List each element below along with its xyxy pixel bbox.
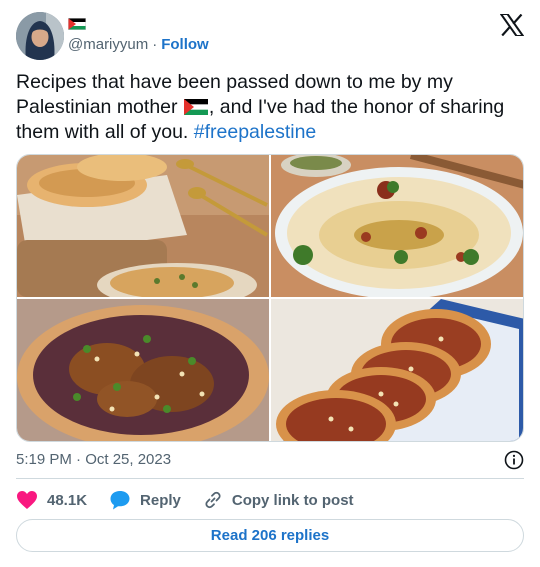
author-handle[interactable]: @mariyyum	[68, 36, 148, 53]
post-timestamp[interactable]: 5:19 PM · Oct 25, 2023	[16, 451, 171, 468]
link-icon	[205, 491, 221, 509]
reply-button[interactable]: Reply	[109, 490, 181, 510]
hashtag-link[interactable]: #freepalestine	[194, 121, 317, 143]
like-button[interactable]: 48.1K	[16, 490, 87, 510]
like-count: 48.1K	[47, 491, 88, 509]
hummus-bowl-photo[interactable]	[271, 155, 523, 297]
sfiha-meat-pies-photo[interactable]	[271, 299, 523, 441]
avatar[interactable]	[16, 12, 64, 60]
speech-bubble-icon	[110, 491, 130, 510]
tweet-embed-card: @mariyyum · Follow Recipes that have been …	[0, 0, 540, 567]
separator-dot: ·	[152, 36, 158, 53]
musakhan-chicken-photo[interactable]	[17, 299, 269, 441]
info-icon[interactable]	[504, 450, 524, 470]
x-logo-icon[interactable]	[500, 14, 524, 36]
read-replies-label: Read 206 replies	[210, 527, 330, 544]
follow-button[interactable]: Follow	[161, 36, 209, 53]
palestine-flag-icon	[68, 18, 86, 30]
heart-icon	[17, 491, 37, 509]
tweet-text: Recipes that have been passed down to me…	[16, 70, 526, 145]
action-bar: 48.1K Reply Copy link to post	[16, 489, 376, 511]
manakish-flatbreads-photo[interactable]	[17, 155, 269, 297]
reply-label: Reply	[140, 491, 181, 509]
copy-link-label: Copy link to post	[231, 491, 354, 509]
media-grid	[16, 154, 524, 442]
divider	[16, 478, 524, 479]
copy-link-button[interactable]: Copy link to post	[203, 490, 354, 510]
read-replies-button[interactable]: Read 206 replies	[16, 519, 524, 552]
palestine-flag-icon	[183, 99, 208, 115]
author-handle-row: @mariyyum · Follow	[68, 36, 209, 53]
